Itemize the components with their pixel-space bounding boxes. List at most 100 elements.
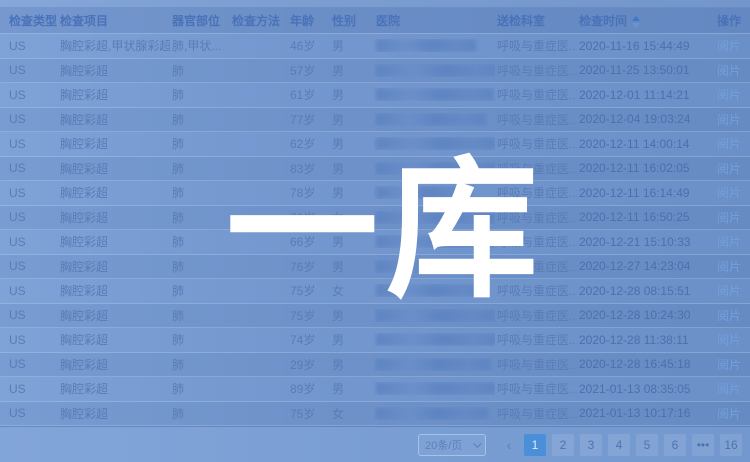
- cell-actions: 阅片: [715, 62, 750, 79]
- view-images-link[interactable]: 阅片: [717, 88, 741, 102]
- cell-exam-type: US: [0, 112, 58, 126]
- view-images-link[interactable]: 阅片: [717, 407, 741, 421]
- cell-department: 呼吸与重症医...: [495, 62, 577, 79]
- cell-exam-type: US: [0, 39, 58, 53]
- view-images-link[interactable]: 阅片: [717, 39, 741, 53]
- hospital-redacted-block: [376, 211, 495, 224]
- page-ellipsis-button[interactable]: •••: [692, 434, 714, 456]
- sort-ascending-icon[interactable]: [632, 16, 640, 21]
- cell-organ: 肺: [170, 282, 230, 299]
- cell-exam-time: 2020-11-16 15:44:49: [577, 39, 715, 53]
- cell-exam-item: 胸腔彩超: [58, 160, 170, 177]
- cell-organ: 肺,甲状...: [170, 37, 230, 54]
- cell-exam-item: 胸腔彩超,甲状腺彩超: [58, 37, 170, 54]
- table-body: US 胸腔彩超,甲状腺彩超 肺,甲状... 46岁 男 呼吸与重症医... 20…: [0, 34, 750, 426]
- view-images-link[interactable]: 阅片: [717, 260, 741, 274]
- cell-exam-time: 2020-12-11 14:00:14: [577, 137, 715, 151]
- sort-carets-icon[interactable]: [632, 16, 640, 28]
- view-images-link[interactable]: 阅片: [717, 64, 741, 78]
- view-images-link[interactable]: 阅片: [717, 113, 741, 127]
- cell-gender: 男: [330, 184, 374, 201]
- cell-department: 呼吸与重症医...: [495, 380, 577, 397]
- cell-exam-type: US: [0, 284, 58, 298]
- page-size-select[interactable]: 20条/页: [418, 434, 486, 456]
- table-row: US 胸腔彩超 肺 62岁 男 呼吸与重症医... 2020-12-11 14:…: [0, 132, 750, 157]
- cell-age: 57岁: [288, 62, 330, 79]
- hospital-redacted-block: [376, 284, 484, 297]
- cell-exam-type: US: [0, 63, 58, 77]
- cell-actions: 阅片: [715, 135, 750, 152]
- cell-gender: 男: [330, 356, 374, 373]
- cell-exam-item: 胸腔彩超: [58, 356, 170, 373]
- cell-hospital: [374, 137, 495, 150]
- hospital-redacted-block: [376, 137, 495, 150]
- cell-hospital: [374, 186, 495, 199]
- page-button-2[interactable]: 2: [552, 434, 574, 456]
- cell-hospital: [374, 211, 495, 224]
- cell-exam-item: 胸腔彩超: [58, 184, 170, 201]
- column-header-gender: 性别: [330, 12, 374, 29]
- column-header-hospital: 医院: [374, 12, 495, 29]
- hospital-redacted-block: [376, 162, 495, 175]
- cell-exam-type: US: [0, 333, 58, 347]
- cell-actions: 阅片: [715, 233, 750, 250]
- page-button-3[interactable]: 3: [580, 434, 602, 456]
- cell-organ: 肺: [170, 135, 230, 152]
- cell-exam-type: US: [0, 382, 58, 396]
- hospital-redacted-block: [376, 235, 495, 248]
- view-images-link[interactable]: 阅片: [717, 358, 741, 372]
- page-button-5[interactable]: 5: [636, 434, 658, 456]
- cell-department: 呼吸与重症医...: [495, 111, 577, 128]
- cell-actions: 阅片: [715, 356, 750, 373]
- cell-hospital: [374, 260, 495, 273]
- cell-organ: 肺: [170, 111, 230, 128]
- previous-page-button[interactable]: ‹: [500, 434, 518, 456]
- pagination-bar: 20条/页 ‹ 123456 ••• 16: [0, 426, 750, 462]
- cell-organ: 肺: [170, 307, 230, 324]
- cell-organ: 肺: [170, 209, 230, 226]
- page-button-1[interactable]: 1: [524, 434, 546, 456]
- table-row: US 胸腔彩超 肺 75岁 女 呼吸与重症医... 2020-12-28 08:…: [0, 279, 750, 304]
- column-header-actions: 操作: [715, 12, 750, 29]
- view-images-link[interactable]: 阅片: [717, 186, 741, 200]
- cell-age: 75岁: [288, 282, 330, 299]
- cell-actions: 阅片: [715, 307, 750, 324]
- page-size-value: 20条/页: [425, 437, 462, 453]
- cell-age: 29岁: [288, 356, 330, 373]
- hospital-redacted-block: [376, 309, 495, 322]
- cell-department: 呼吸与重症医...: [495, 233, 577, 250]
- page-button-16[interactable]: 16: [720, 434, 742, 456]
- exam-list-page: 检查类型 检查项目 器官部位 检查方法 年龄 性别 医院 送检科室 检查时间 操…: [0, 0, 750, 462]
- cell-department: 呼吸与重症医...: [495, 160, 577, 177]
- cell-hospital: [374, 333, 495, 346]
- view-images-link[interactable]: 阅片: [717, 162, 741, 176]
- view-images-link[interactable]: 阅片: [717, 309, 741, 323]
- cell-exam-item: 胸腔彩超: [58, 209, 170, 226]
- cell-age: 61岁: [288, 86, 330, 103]
- column-header-organ: 器官部位: [170, 12, 230, 29]
- cell-exam-item: 胸腔彩超: [58, 405, 170, 422]
- page-button-6[interactable]: 6: [664, 434, 686, 456]
- column-header-age: 年龄: [288, 12, 330, 29]
- table-header: 检查类型 检查项目 器官部位 检查方法 年龄 性别 医院 送检科室 检查时间 操…: [0, 8, 750, 34]
- table-row: US 胸腔彩超 肺 75岁 男 呼吸与重症医... 2020-12-28 10:…: [0, 304, 750, 329]
- cell-age: 74岁: [288, 331, 330, 348]
- cell-gender: 男: [330, 135, 374, 152]
- column-header-exam-time[interactable]: 检查时间: [577, 12, 715, 29]
- view-images-link[interactable]: 阅片: [717, 211, 741, 225]
- view-images-link[interactable]: 阅片: [717, 235, 741, 249]
- table-row: US 胸腔彩超 肺 75岁 女 呼吸与重症医... 2021-01-13 10:…: [0, 402, 750, 427]
- cell-exam-type: US: [0, 308, 58, 322]
- cell-exam-item: 胸腔彩超: [58, 331, 170, 348]
- view-images-link[interactable]: 阅片: [717, 333, 741, 347]
- view-images-link[interactable]: 阅片: [717, 382, 741, 396]
- cell-exam-time: 2020-12-11 16:02:05: [577, 161, 715, 175]
- page-button-4[interactable]: 4: [608, 434, 630, 456]
- sort-descending-icon[interactable]: [632, 23, 640, 28]
- cell-hospital: [374, 113, 495, 126]
- view-images-link[interactable]: 阅片: [717, 284, 741, 298]
- hospital-redacted-block: [376, 407, 488, 420]
- cell-exam-time: 2020-12-28 10:24:30: [577, 308, 715, 322]
- view-images-link[interactable]: 阅片: [717, 137, 741, 151]
- cell-exam-time: 2020-12-28 11:38:11: [577, 333, 715, 347]
